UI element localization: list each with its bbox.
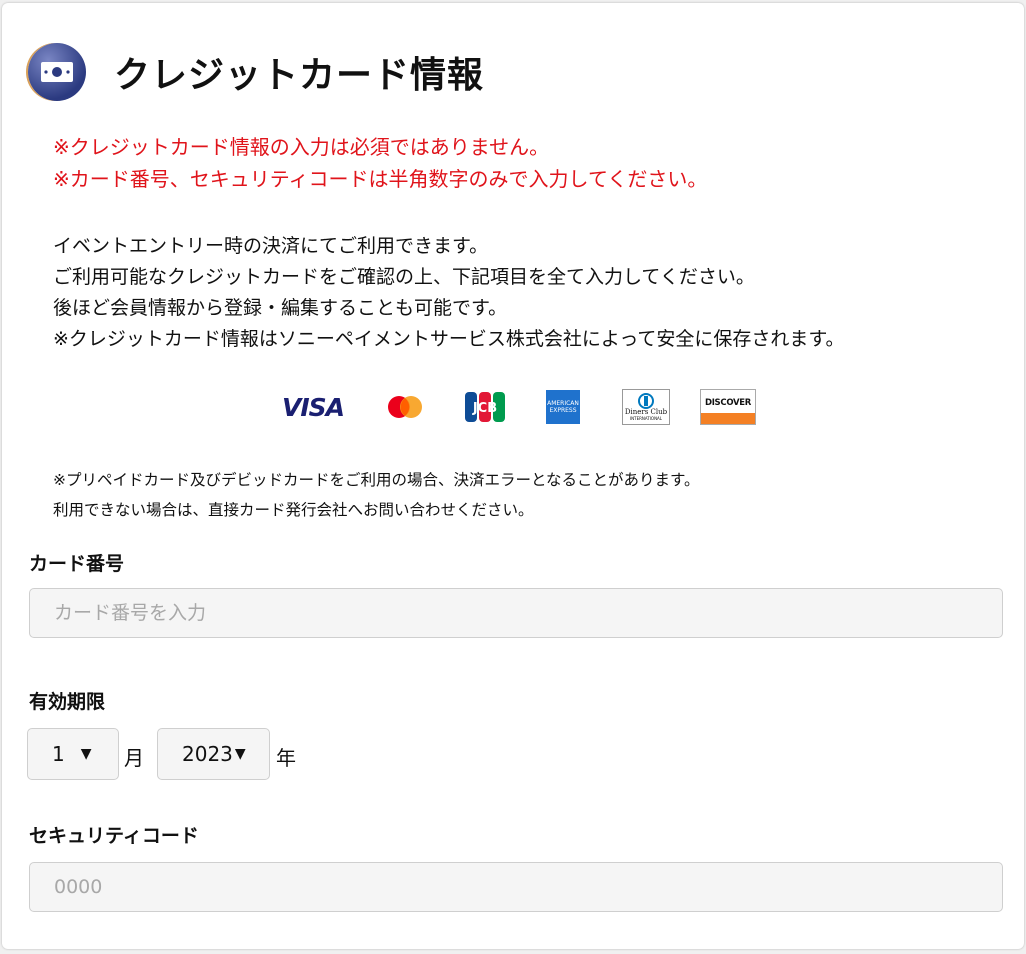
notice-line: ※カード番号、セキュリティコードは半角数字のみで入力してください。: [53, 167, 708, 191]
dropdown-arrow-icon: ▼: [234, 746, 246, 762]
credit-card-form-panel: クレジットカード情報 ※クレジットカード情報の入力は必須ではありません。 ※カー…: [2, 3, 1024, 949]
description-line: 後ほど会員情報から登録・編集することも可能です。: [53, 297, 508, 319]
amex-logo: AMERICAN EXPRESS: [546, 390, 580, 424]
diners-club-logo: Diners Club INTERNATIONAL: [622, 389, 670, 425]
amex-logo-text: AMERICAN: [547, 400, 579, 407]
jcb-logo: JCB: [464, 391, 506, 423]
note-line: ※プリペイドカード及びデビッドカードをご利用の場合、決済エラーとなることがありま…: [53, 471, 700, 489]
card-usage-note: ※プリペイドカード及びデビッドカードをご利用の場合、決済エラーとなることがありま…: [53, 465, 699, 525]
page-title: クレジットカード情報: [114, 55, 485, 96]
card-brand-logos: VISA JCB AMERICAN EXPRESS Diners Club IN…: [282, 389, 756, 425]
mastercard-logo: [374, 392, 436, 422]
discover-logo-text: DISCOVER: [704, 398, 752, 408]
notice-line: ※クレジットカード情報の入力は必須ではありません。: [53, 135, 550, 159]
expiry-year-select[interactable]: 2023 ▼: [157, 728, 270, 780]
description: イベントエントリー時の決済にてご利用できます。 ご利用可能なクレジットカードをご…: [53, 231, 845, 355]
diners-logo-text: Diners Club: [624, 408, 668, 416]
card-number-input[interactable]: [29, 588, 1003, 638]
expiry-month-select[interactable]: 1 ▼: [27, 728, 119, 780]
security-code-input[interactable]: [29, 862, 1003, 912]
money-icon: [28, 43, 86, 101]
month-unit: 月: [124, 746, 144, 770]
section-header: クレジットカード情報: [28, 43, 484, 101]
description-line: イベントエントリー時の決済にてご利用できます。: [53, 235, 489, 257]
description-line: ご利用可能なクレジットカードをご確認の上、下記項目を全て入力してください。: [53, 266, 755, 288]
card-number-label: カード番号: [29, 553, 125, 575]
year-unit: 年: [276, 746, 296, 770]
required-notice: ※クレジットカード情報の入力は必須ではありません。 ※カード番号、セキュリティコ…: [53, 131, 707, 195]
expiry-year-value: 2023: [182, 742, 233, 766]
description-line: ※クレジットカード情報はソニーペイメントサービス株式会社によって安全に保存されま…: [53, 328, 845, 350]
discover-logo: DISCOVER: [700, 389, 756, 425]
dropdown-arrow-icon: ▼: [80, 746, 92, 762]
expiry-label: 有効期限: [29, 691, 106, 713]
expiry-month-value: 1: [52, 742, 65, 766]
note-line: 利用できない場合は、直接カード発行会社へお問い合わせください。: [53, 501, 534, 519]
amex-logo-text: EXPRESS: [549, 407, 577, 414]
diners-logo-subtext: INTERNATIONAL: [629, 416, 663, 421]
jcb-logo-text: JCB: [472, 401, 497, 416]
security-code-label: セキュリティコード: [29, 825, 199, 847]
visa-logo: VISA: [282, 392, 345, 422]
